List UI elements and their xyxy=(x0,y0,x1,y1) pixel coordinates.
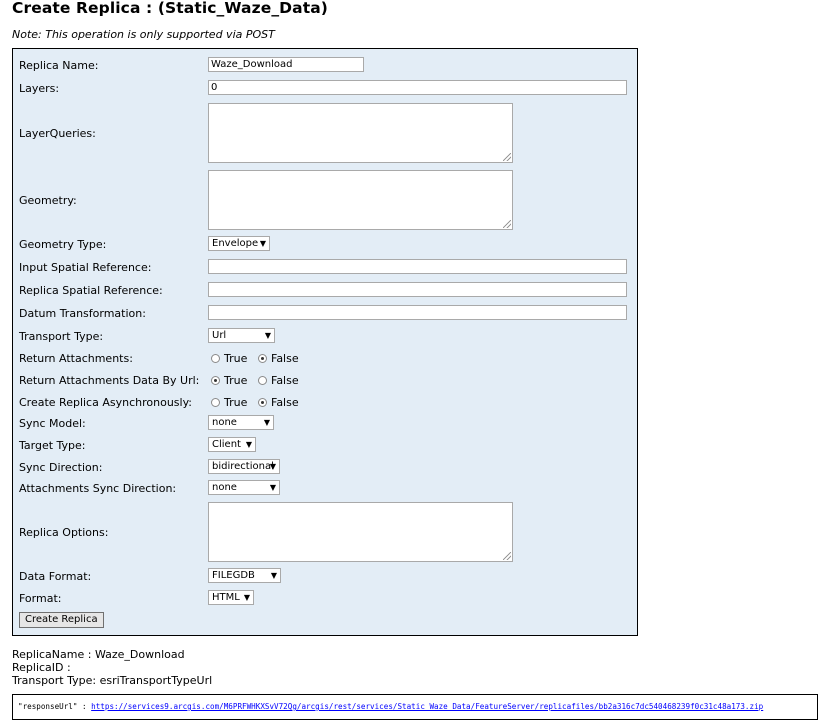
response-url-key: "responseUrl" : xyxy=(18,702,92,711)
format-label: Format: xyxy=(19,592,62,605)
target-type-select[interactable]: Client ▼ xyxy=(208,437,256,452)
datum-transformation-label: Datum Transformation: xyxy=(19,307,146,320)
resize-grip-icon[interactable] xyxy=(503,552,511,560)
dropdown-arrow-icon: ▼ xyxy=(269,462,276,471)
result-replica-name: ReplicaName : Waze_Download xyxy=(12,648,185,661)
transport-type-label: Transport Type: xyxy=(19,330,104,343)
async-true-radio[interactable]: True xyxy=(211,396,247,409)
data-format-label: Data Format: xyxy=(19,570,92,583)
target-type-value: Client xyxy=(212,439,241,450)
sync-direction-value: bidirectional xyxy=(212,461,274,472)
replica-name-input[interactable]: Waze_Download xyxy=(208,57,364,72)
input-sr-input[interactable] xyxy=(208,259,627,274)
layer-queries-label: LayerQueries: xyxy=(19,127,96,140)
transport-type-select[interactable]: Url ▼ xyxy=(208,328,275,343)
false-option-label: False xyxy=(271,374,299,387)
attachments-sync-direction-label: Attachments Sync Direction: xyxy=(19,482,177,495)
replica-sr-input[interactable] xyxy=(208,282,627,297)
return-attachments-by-url-false-radio[interactable]: False xyxy=(258,374,299,387)
false-option-label: False xyxy=(271,352,299,365)
transport-type-value: Url xyxy=(212,330,227,341)
radio-selected-icon xyxy=(258,354,267,363)
geometry-type-select[interactable]: Envelope ▼ xyxy=(208,236,270,251)
geometry-type-label: Geometry Type: xyxy=(19,238,107,251)
return-attachments-by-url-label: Return Attachments Data By Url: xyxy=(19,374,200,387)
true-option-label: True xyxy=(224,396,248,409)
resize-grip-icon[interactable] xyxy=(503,220,511,228)
dropdown-arrow-icon: ▼ xyxy=(245,440,252,449)
sync-model-select[interactable]: none ▼ xyxy=(208,415,274,430)
radio-selected-icon xyxy=(211,376,220,385)
sync-model-value: none xyxy=(212,417,237,428)
attachments-sync-direction-select[interactable]: none ▼ xyxy=(208,480,280,495)
layers-label: Layers: xyxy=(19,82,60,95)
async-false-radio[interactable]: False xyxy=(258,396,299,409)
geometry-label: Geometry: xyxy=(19,194,77,207)
replica-sr-label: Replica Spatial Reference: xyxy=(19,284,163,297)
return-attachments-label: Return Attachments: xyxy=(19,352,133,365)
radio-icon xyxy=(211,398,220,407)
post-note: Note: This operation is only supported v… xyxy=(12,28,275,41)
false-option-label: False xyxy=(271,396,299,409)
dropdown-arrow-icon: ▼ xyxy=(270,571,277,580)
result-transport-type: Transport Type: esriTransportTypeUrl xyxy=(12,674,213,687)
radio-selected-icon xyxy=(258,398,267,407)
async-label: Create Replica Asynchronously: xyxy=(19,396,192,409)
sync-direction-select[interactable]: bidirectional ▼ xyxy=(208,459,280,474)
radio-icon xyxy=(211,354,220,363)
response-url-link[interactable]: https://services9.arcgis.com/M6PRFWHKXSv… xyxy=(91,702,763,711)
return-attachments-by-url-true-radio[interactable]: True xyxy=(211,374,247,387)
data-format-value: FILEGDB xyxy=(212,570,255,581)
format-select[interactable]: HTML ▼ xyxy=(208,590,254,605)
return-attachments-true-radio[interactable]: True xyxy=(211,352,247,365)
result-replica-id: ReplicaID : xyxy=(12,661,71,674)
layers-input[interactable]: 0 xyxy=(208,80,627,95)
replica-options-textarea[interactable] xyxy=(208,502,513,562)
dropdown-arrow-icon: ▼ xyxy=(264,331,271,340)
dropdown-arrow-icon: ▼ xyxy=(263,418,270,427)
create-replica-form: Replica Name: Waze_Download Layers: 0 La… xyxy=(12,48,638,636)
radio-icon xyxy=(258,376,267,385)
data-format-select[interactable]: FILEGDB ▼ xyxy=(208,568,281,583)
geometry-textarea[interactable] xyxy=(208,170,513,230)
target-type-label: Target Type: xyxy=(19,439,86,452)
sync-direction-label: Sync Direction: xyxy=(19,461,103,474)
datum-transformation-input[interactable] xyxy=(208,305,627,320)
sync-model-label: Sync Model: xyxy=(19,417,86,430)
dropdown-arrow-icon: ▼ xyxy=(259,239,266,248)
replica-options-label: Replica Options: xyxy=(19,526,109,539)
dropdown-arrow-icon: ▼ xyxy=(243,593,250,602)
attachments-sync-direction-value: none xyxy=(212,482,237,493)
input-sr-label: Input Spatial Reference: xyxy=(19,261,152,274)
format-value: HTML xyxy=(212,592,240,603)
create-replica-button[interactable]: Create Replica xyxy=(19,612,104,628)
resize-grip-icon[interactable] xyxy=(503,153,511,161)
replica-name-label: Replica Name: xyxy=(19,59,99,72)
geometry-type-value: Envelope xyxy=(212,238,259,249)
dropdown-arrow-icon: ▼ xyxy=(269,483,276,492)
true-option-label: True xyxy=(224,352,248,365)
true-option-label: True xyxy=(224,374,248,387)
response-url-box: "responseUrl" : https://services9.arcgis… xyxy=(12,694,818,720)
return-attachments-false-radio[interactable]: False xyxy=(258,352,299,365)
layer-queries-textarea[interactable] xyxy=(208,103,513,163)
page-title: Create Replica : (Static_Waze_Data) xyxy=(12,0,328,17)
